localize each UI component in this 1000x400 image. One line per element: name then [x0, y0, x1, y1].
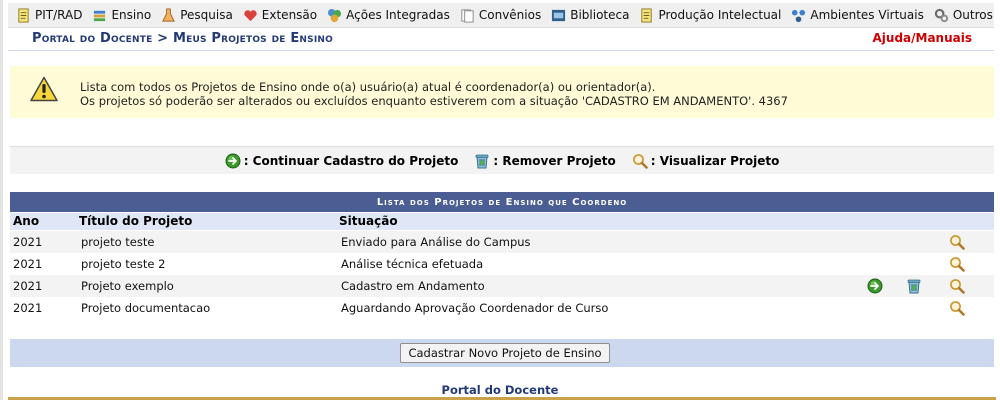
menu-label: Outros [952, 8, 993, 22]
notepad-icon [641, 7, 653, 23]
breadcrumb: Portal do Docente > Meus Projetos de Ens… [8, 28, 994, 51]
menu-item-acoes-integradas[interactable]: Ações Integradas [327, 8, 450, 23]
menu-label: Extensão [261, 8, 318, 22]
gears-icon [934, 8, 948, 22]
table-row: 2021 projeto teste 2 Análise técnica efe… [10, 253, 994, 275]
view-project-icon[interactable] [949, 256, 965, 272]
table-row: 2021 projeto teste Enviado para Análise … [10, 231, 994, 253]
network-icon [792, 9, 806, 22]
actions-legend: : Continuar Cadastro do Projeto : Remove… [10, 146, 994, 174]
menu-label: Produção Intelectual [658, 8, 782, 22]
table-row: 2021 Projeto documentacao Aguardando Apr… [10, 297, 994, 319]
table-footer: Cadastrar Novo Projeto de Ensino [10, 339, 994, 367]
cell-status: Análise técnica efetuada [341, 257, 484, 271]
cell-year: 2021 [13, 235, 43, 249]
menu-item-pit-rad[interactable]: PIT/RAD [16, 7, 83, 23]
page-title: Portal do Docente > Meus Projetos de Ens… [32, 31, 333, 46]
warning-text-line-1: Lista com todos os Projetos de Ensino on… [80, 80, 656, 94]
books-icon [94, 10, 106, 21]
left-border [0, 0, 3, 400]
heart-hands-icon [244, 9, 257, 21]
warning-box: Lista com todos os Projetos de Ensino on… [10, 66, 994, 118]
menu-label: Pesquisa [180, 8, 233, 22]
portal-docente-link[interactable]: Portal do Docente [0, 383, 1000, 397]
cell-title: projeto teste 2 [81, 257, 166, 271]
cell-year: 2021 [13, 301, 43, 315]
legend-remove: : Remover Projeto [474, 153, 616, 169]
library-icon [552, 9, 566, 21]
legend-view: : Visualizar Projeto [632, 153, 780, 169]
legend-continue: : Continuar Cadastro do Projeto [224, 152, 459, 169]
menu-item-producao-intelectual[interactable]: Produção Intelectual [639, 7, 782, 23]
cell-status: Cadastro em Andamento [341, 279, 485, 293]
menu-item-ambientes-virtuais[interactable]: Ambientes Virtuais [791, 8, 924, 23]
top-menu: PIT/RAD Ensino Pesquisa Extensão Ações I… [8, 3, 994, 28]
cell-status: Aguardando Aprovação Coordenador de Curs… [341, 301, 609, 315]
menu-label: Biblioteca [570, 8, 630, 22]
menu-item-biblioteca[interactable]: Biblioteca [551, 8, 629, 23]
continue-project-icon[interactable] [867, 278, 883, 294]
trash-icon [475, 154, 489, 168]
table-row: 2021 Projeto exemplo Cadastro em Andamen… [10, 275, 994, 297]
warning-icon [30, 76, 58, 102]
header-status: Situação [339, 214, 398, 228]
cell-year: 2021 [13, 279, 43, 293]
menu-item-ensino[interactable]: Ensino [92, 8, 151, 23]
menu-label: Ações Integradas [346, 8, 450, 22]
table-caption: Lista dos Projetos de Ensino que Coorden… [10, 192, 994, 212]
remove-project-icon[interactable] [906, 278, 922, 294]
menu-label: Convênios [478, 8, 542, 22]
cell-status: Enviado para Análise do Campus [341, 235, 531, 249]
cell-title: projeto teste [81, 235, 155, 249]
help-link[interactable]: Ajuda/Manuais [873, 31, 973, 45]
menu-item-extensao[interactable]: Extensão [243, 8, 317, 23]
cell-title: Projeto documentacao [81, 301, 211, 315]
cell-year: 2021 [13, 257, 43, 271]
legend-continue-label: : Continuar Cadastro do Projeto [243, 153, 459, 168]
warning-text-line-2: Os projetos só poderão ser alterados ou … [80, 94, 788, 108]
new-project-button[interactable]: Cadastrar Novo Projeto de Ensino [400, 343, 610, 363]
cell-title: Projeto exemplo [81, 279, 174, 293]
legend-view-label: : Visualizar Projeto [650, 153, 780, 168]
view-project-icon[interactable] [949, 278, 965, 294]
notepad-icon [18, 7, 29, 23]
header-year: Ano [13, 214, 40, 228]
magnifier-icon [632, 153, 648, 169]
header-title: Título do Projeto [79, 214, 193, 228]
flask-icon [162, 7, 176, 22]
menu-item-convenios[interactable]: Convênios [460, 8, 541, 23]
puzzle-icon [328, 8, 342, 22]
table-header: Ano Título do Projeto Situação [10, 213, 994, 230]
menu-label: PIT/RAD [35, 8, 83, 22]
legend-remove-label: : Remover Projeto [493, 153, 616, 168]
continue-arrow-icon [224, 152, 241, 169]
menu-label: Ensino [111, 8, 152, 22]
view-project-icon[interactable] [949, 234, 965, 250]
documents-icon [461, 8, 474, 23]
menu-item-pesquisa[interactable]: Pesquisa [161, 7, 233, 23]
menu-label: Ambientes Virtuais [810, 8, 924, 22]
view-project-icon[interactable] [949, 300, 965, 316]
menu-item-outros[interactable]: Outros [934, 8, 993, 23]
